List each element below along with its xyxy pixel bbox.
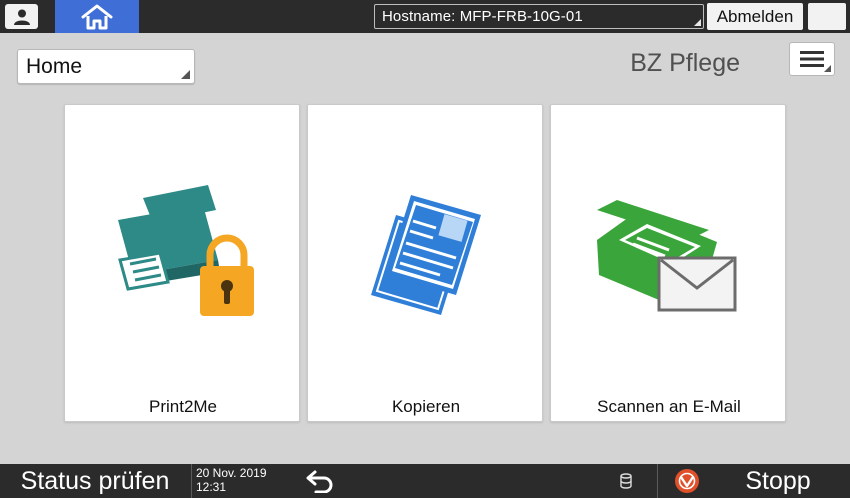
dropdown-corner-icon xyxy=(694,19,701,26)
check-status-button[interactable]: Status prüfen xyxy=(0,464,190,498)
energy-saver-button[interactable] xyxy=(808,3,846,30)
logout-button[interactable]: Abmelden xyxy=(707,3,803,30)
moon-icon xyxy=(822,8,830,25)
dropdown-corner-icon xyxy=(181,70,190,79)
screen-select-value: Home xyxy=(26,55,83,78)
tile-copy[interactable]: Kopieren xyxy=(307,104,543,422)
hostname-display[interactable]: Hostname: MFP-FRB-10G-01 xyxy=(374,4,704,29)
stop-icon[interactable] xyxy=(673,468,701,494)
divider xyxy=(657,464,658,498)
scanner-email-icon xyxy=(597,200,737,312)
tile-label: Print2Me xyxy=(148,397,218,416)
hostname-text: Hostname: MFP-FRB-10G-01 xyxy=(382,8,583,25)
page-title: BZ Pflege xyxy=(630,49,740,77)
tile-print2me[interactable]: Print2Me xyxy=(64,104,300,422)
home-icon xyxy=(81,4,113,29)
stop-button[interactable]: Stopp xyxy=(706,464,850,498)
user-icon xyxy=(13,9,30,25)
tile-label: Scannen an E-Mail xyxy=(597,397,741,416)
copy-documents-icon xyxy=(371,195,481,315)
tile-scan-to-email[interactable]: Scannen an E-Mail xyxy=(550,104,786,422)
home-tab[interactable] xyxy=(55,0,139,33)
bottom-bar: Status prüfen 20 Nov. 2019 12:31 Stopp xyxy=(0,464,850,498)
dropdown-corner-icon xyxy=(824,65,831,72)
date-time-display: 20 Nov. 2019 12:31 xyxy=(196,466,267,494)
hamburger-menu-icon xyxy=(800,51,824,67)
back-arrow-icon xyxy=(306,470,333,493)
screen-select[interactable]: Home xyxy=(17,49,195,84)
menu-button[interactable] xyxy=(789,42,835,76)
time-text: 12:31 xyxy=(196,480,227,494)
back-button[interactable] xyxy=(300,467,340,495)
date-text: 20 Nov. 2019 xyxy=(196,466,267,480)
printer-lock-icon xyxy=(118,185,254,316)
data-in-icon xyxy=(617,471,635,491)
user-button[interactable] xyxy=(5,4,38,29)
top-bar: Hostname: MFP-FRB-10G-01 Abmelden xyxy=(0,0,850,33)
divider xyxy=(191,464,192,498)
tile-label: Kopieren xyxy=(391,397,461,416)
